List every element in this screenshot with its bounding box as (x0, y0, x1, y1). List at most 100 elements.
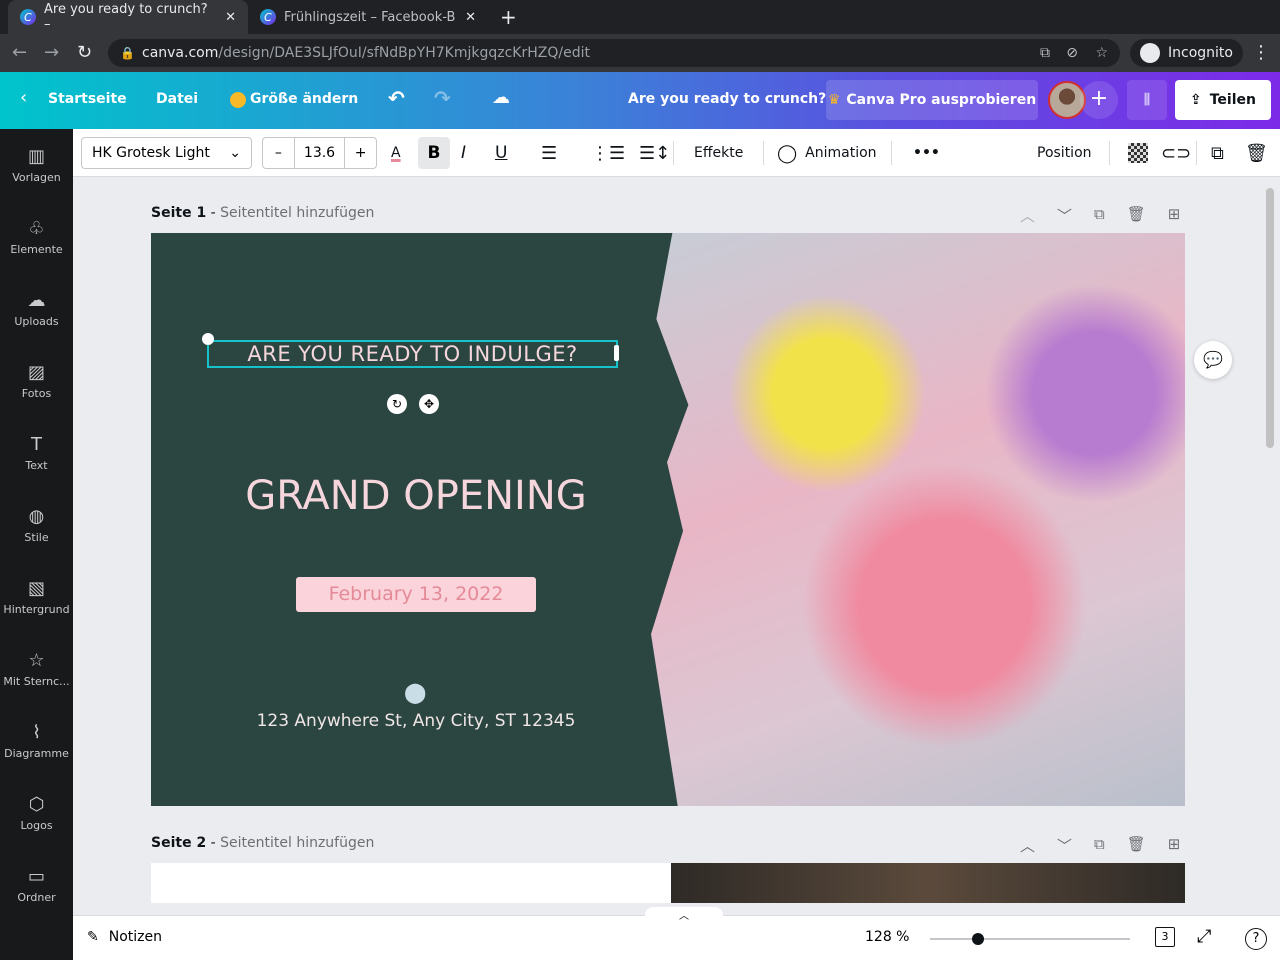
font-size-stepper[interactable]: –13.6 + (262, 137, 377, 169)
sidebar-item-hintergrund[interactable]: ▧ Hintergrund (0, 561, 73, 633)
page-title-placeholder[interactable]: Seitentitel hinzufügen (220, 835, 374, 851)
close-tab-icon[interactable]: ✕ (465, 10, 476, 25)
rotate-icon[interactable]: ↻ (387, 394, 407, 414)
help-icon[interactable]: ? (1245, 928, 1267, 950)
page-2-photo (671, 863, 1185, 903)
duplicate-page-icon[interactable]: ⧉ (1094, 835, 1105, 856)
move-up-icon[interactable]: ︿ (1020, 835, 1035, 856)
browser-menu-icon[interactable]: ⋮ (1252, 42, 1270, 63)
delete-page-icon[interactable]: 🗑 (1127, 835, 1146, 856)
resize-button[interactable]: Größe ändern (250, 91, 358, 107)
sidebar-item-diagramme[interactable]: ⌇ Diagramme (0, 705, 73, 777)
add-collaborator-button[interactable]: + (1080, 81, 1118, 119)
text-color-icon[interactable]: A (391, 129, 401, 177)
bookmark-star-icon[interactable]: ☆ (1095, 45, 1108, 61)
sidebar-item-label: Logos (20, 819, 53, 832)
sidebar-item-ordner[interactable]: ▭ Ordner (0, 849, 73, 921)
page-2-label[interactable]: Seite 2 - Seitentitel hinzufügen (151, 835, 374, 851)
italic-button[interactable]: I (461, 129, 466, 177)
file-menu-button[interactable]: Datei (156, 91, 198, 107)
cloud-saved-icon[interactable]: ☁ (492, 87, 510, 108)
incognito-badge[interactable]: Incognito (1130, 39, 1243, 67)
sidebar-item-uploads[interactable]: ☁ Uploads (0, 273, 73, 345)
zoom-slider-handle[interactable] (972, 933, 984, 945)
document-title[interactable]: Are you ready to crunch? (628, 91, 826, 107)
duplicate-page-icon[interactable]: ⧉ (1094, 205, 1105, 226)
move-up-icon[interactable]: ︿ (1020, 205, 1035, 226)
expand-pages-icon[interactable]: ︿ (645, 907, 723, 922)
tab-active[interactable]: C Are you ready to crunch? – ✕ (8, 0, 248, 34)
notes-button[interactable]: ✎ Notizen (87, 929, 162, 945)
move-icon[interactable]: ✥ (419, 394, 439, 414)
forward-icon[interactable]: → (44, 42, 59, 63)
decrease-size-button[interactable]: – (263, 145, 294, 161)
sidebar-item-label: Ordner (17, 891, 56, 904)
sidebar-icon: ⬡ (28, 794, 45, 815)
move-down-icon[interactable]: ﹀ (1057, 205, 1072, 226)
fullscreen-icon[interactable]: ⤢ (1197, 926, 1211, 947)
translate-icon[interactable]: ⧉ (1040, 45, 1050, 61)
redo-icon[interactable]: ↷ (434, 86, 451, 110)
sidebar-item-label: Stile (24, 531, 49, 544)
divider (891, 141, 892, 165)
undo-icon[interactable]: ↶ (388, 86, 405, 110)
duplicate-icon[interactable]: ⧉ (1211, 129, 1224, 177)
home-button[interactable]: Startseite (48, 91, 127, 107)
close-tab-icon[interactable]: ✕ (225, 10, 236, 25)
sidebar-item-elemente[interactable]: ♧ Elemente (0, 201, 73, 273)
effects-button[interactable]: Effekte (694, 129, 743, 177)
address-text[interactable]: 123 Anywhere St, Any City, ST 12345 (211, 711, 621, 731)
animation-button[interactable]: ◯ Animation (777, 129, 877, 177)
align-center-icon[interactable]: ☰ (541, 129, 557, 177)
new-tab-button[interactable]: + (500, 5, 517, 29)
sidebar-item-label: Mit Sternc... (3, 675, 70, 688)
add-page-icon[interactable]: ⊞ (1168, 835, 1181, 856)
spacing-icon[interactable]: ☰↕ (639, 129, 670, 177)
sidebar-item-text[interactable]: T Text (0, 417, 73, 489)
sidebar-item-mitsternc[interactable]: ☆ Mit Sternc... (0, 633, 73, 705)
vertical-scrollbar[interactable] (1266, 180, 1276, 900)
back-icon[interactable]: ← (12, 42, 27, 63)
sidebar-item-vorlagen[interactable]: ▥ Vorlagen (0, 129, 73, 201)
sidebar-item-stile[interactable]: ◍ Stile (0, 489, 73, 561)
font-family-dropdown[interactable]: HK Grotesk Light ⌄ (81, 137, 252, 169)
tracking-off-icon[interactable]: ⊘ (1066, 45, 1078, 61)
resize-handle[interactable] (614, 345, 619, 361)
list-icon[interactable]: ⋮☰ (591, 129, 625, 177)
bold-button[interactable]: B (418, 137, 450, 169)
url-input[interactable]: 🔒 canva.com/design/DAE3SLJfOuI/sfNdBpYH7… (108, 39, 1120, 67)
design-page-1[interactable]: ARE YOU READY TO INDULGE? ↻ ✥ GRAND OPEN… (151, 233, 1185, 806)
page-grid-button[interactable]: 3 (1155, 927, 1175, 947)
page-1-label[interactable]: Seite 1 - Seitentitel hinzufügen (151, 205, 374, 221)
more-options-icon[interactable]: ••• (913, 129, 940, 177)
location-pin-icon[interactable]: ⬤ (404, 680, 426, 704)
page-title-placeholder[interactable]: Seitentitel hinzufügen (220, 205, 374, 221)
underline-button[interactable]: U (495, 129, 507, 177)
move-down-icon[interactable]: ﹀ (1057, 835, 1072, 856)
sidebar-item-fotos[interactable]: ▨ Fotos (0, 345, 73, 417)
position-button[interactable]: Position (1037, 129, 1092, 177)
headline-text[interactable]: GRAND OPENING (211, 473, 621, 519)
font-size-input[interactable]: 13.6 (293, 138, 346, 168)
reload-icon[interactable]: ↻ (77, 42, 92, 63)
try-pro-button[interactable]: ♛ Canva Pro ausprobieren (826, 80, 1038, 120)
resize-handle[interactable] (202, 333, 214, 345)
sidebar-item-logos[interactable]: ⬡ Logos (0, 777, 73, 849)
link-icon[interactable]: ⊂⊃ (1161, 129, 1191, 177)
zoom-slider[interactable] (930, 933, 1130, 945)
add-comment-icon[interactable]: 💬 (1194, 341, 1232, 379)
zoom-level[interactable]: 128 % (865, 929, 909, 945)
increase-size-button[interactable]: + (345, 145, 376, 161)
design-page-2[interactable] (151, 863, 1185, 903)
back-chevron-icon[interactable]: ‹ (20, 87, 27, 108)
tab-inactive[interactable]: C Frühlingszeit – Facebook-B ✕ (248, 0, 488, 34)
date-text[interactable]: February 13, 2022 (296, 577, 536, 612)
add-page-icon[interactable]: ⊞ (1168, 205, 1181, 226)
trash-icon[interactable]: 🗑 (1245, 129, 1268, 177)
delete-page-icon[interactable]: 🗑 (1127, 205, 1146, 226)
share-button[interactable]: ⇪ Teilen (1175, 80, 1271, 120)
transparency-icon[interactable] (1128, 143, 1148, 163)
tagline-text-selected[interactable]: ARE YOU READY TO INDULGE? (207, 340, 618, 368)
address-bar-row: ← → ↻ 🔒 canva.com/design/DAE3SLJfOuI/sfN… (0, 34, 1280, 72)
insights-chart-icon[interactable]: ⫼ (1127, 80, 1167, 120)
